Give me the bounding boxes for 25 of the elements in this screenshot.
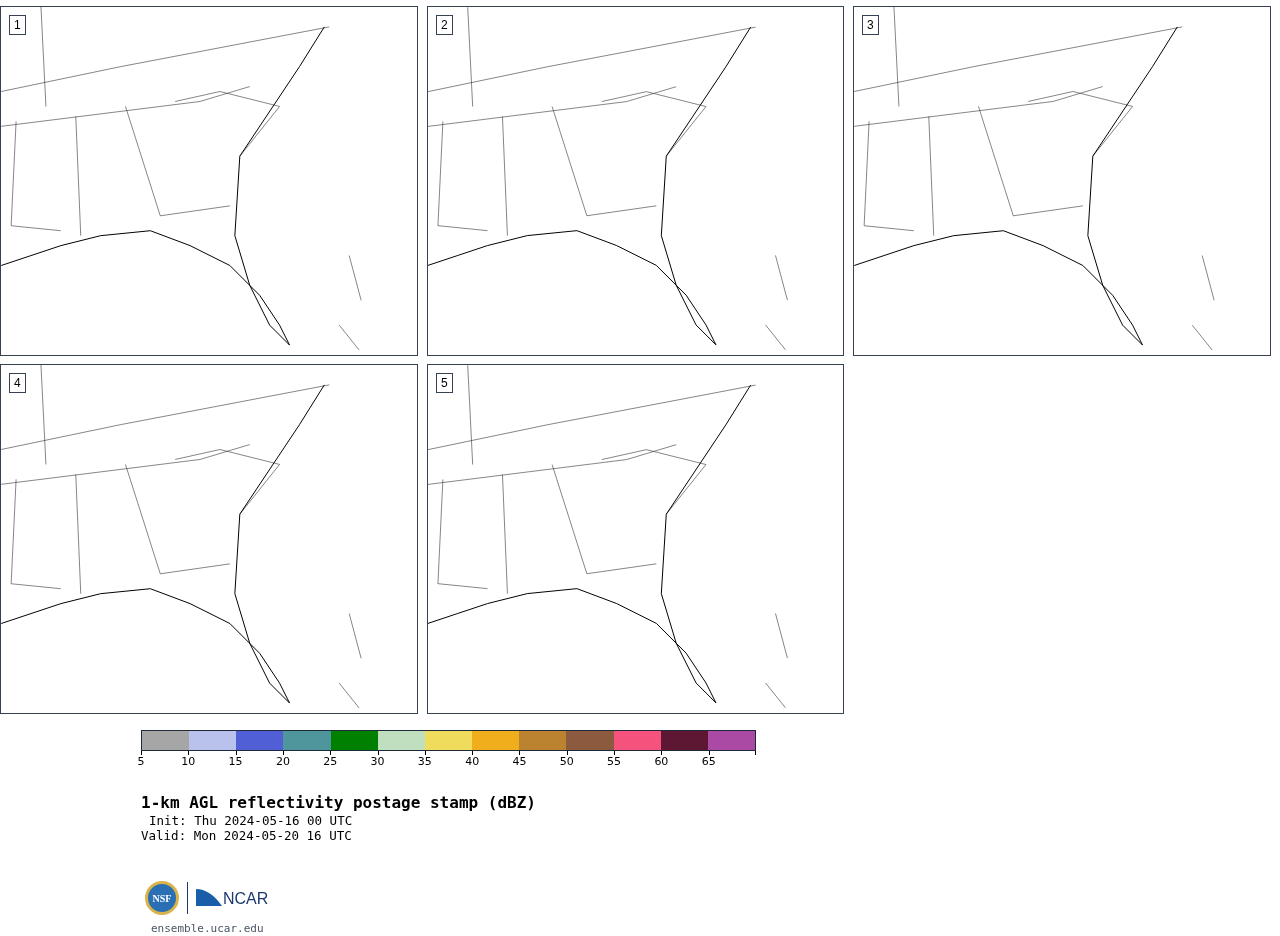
panel-number: 2 <box>436 15 453 35</box>
panel-number: 3 <box>862 15 879 35</box>
tick-label: 40 <box>465 756 480 768</box>
tick-label: 55 <box>607 756 622 768</box>
tick-label: 50 <box>559 756 574 768</box>
tick-label: 20 <box>275 756 290 768</box>
init-time: Init: Thu 2024-05-16 00 UTC <box>148 813 353 828</box>
tick-label: 30 <box>370 756 385 768</box>
tick-label: 35 <box>417 756 432 768</box>
tick-label: 25 <box>323 756 338 768</box>
tick-label: 60 <box>654 756 669 768</box>
tick-label: 15 <box>228 756 243 768</box>
panel-number: 1 <box>9 15 26 35</box>
tick-label: 10 <box>181 756 196 768</box>
swoosh-icon <box>196 889 222 907</box>
logo-wordmark: NCAR <box>223 891 269 907</box>
seal-logo: NSF <box>145 881 179 915</box>
panel-number: 5 <box>436 373 453 393</box>
plot-title: 1-km AGL reflectivity postage stamp (dBZ) <box>141 793 537 813</box>
site-url: ensemble.ucar.edu <box>150 921 264 936</box>
valid-time: Valid: Mon 2024-05-20 16 UTC <box>141 828 352 843</box>
panel-number: 4 <box>9 373 26 393</box>
tick-label: 5 <box>137 756 145 768</box>
tick-label: 65 <box>701 756 716 768</box>
tick-label: 45 <box>512 756 527 768</box>
